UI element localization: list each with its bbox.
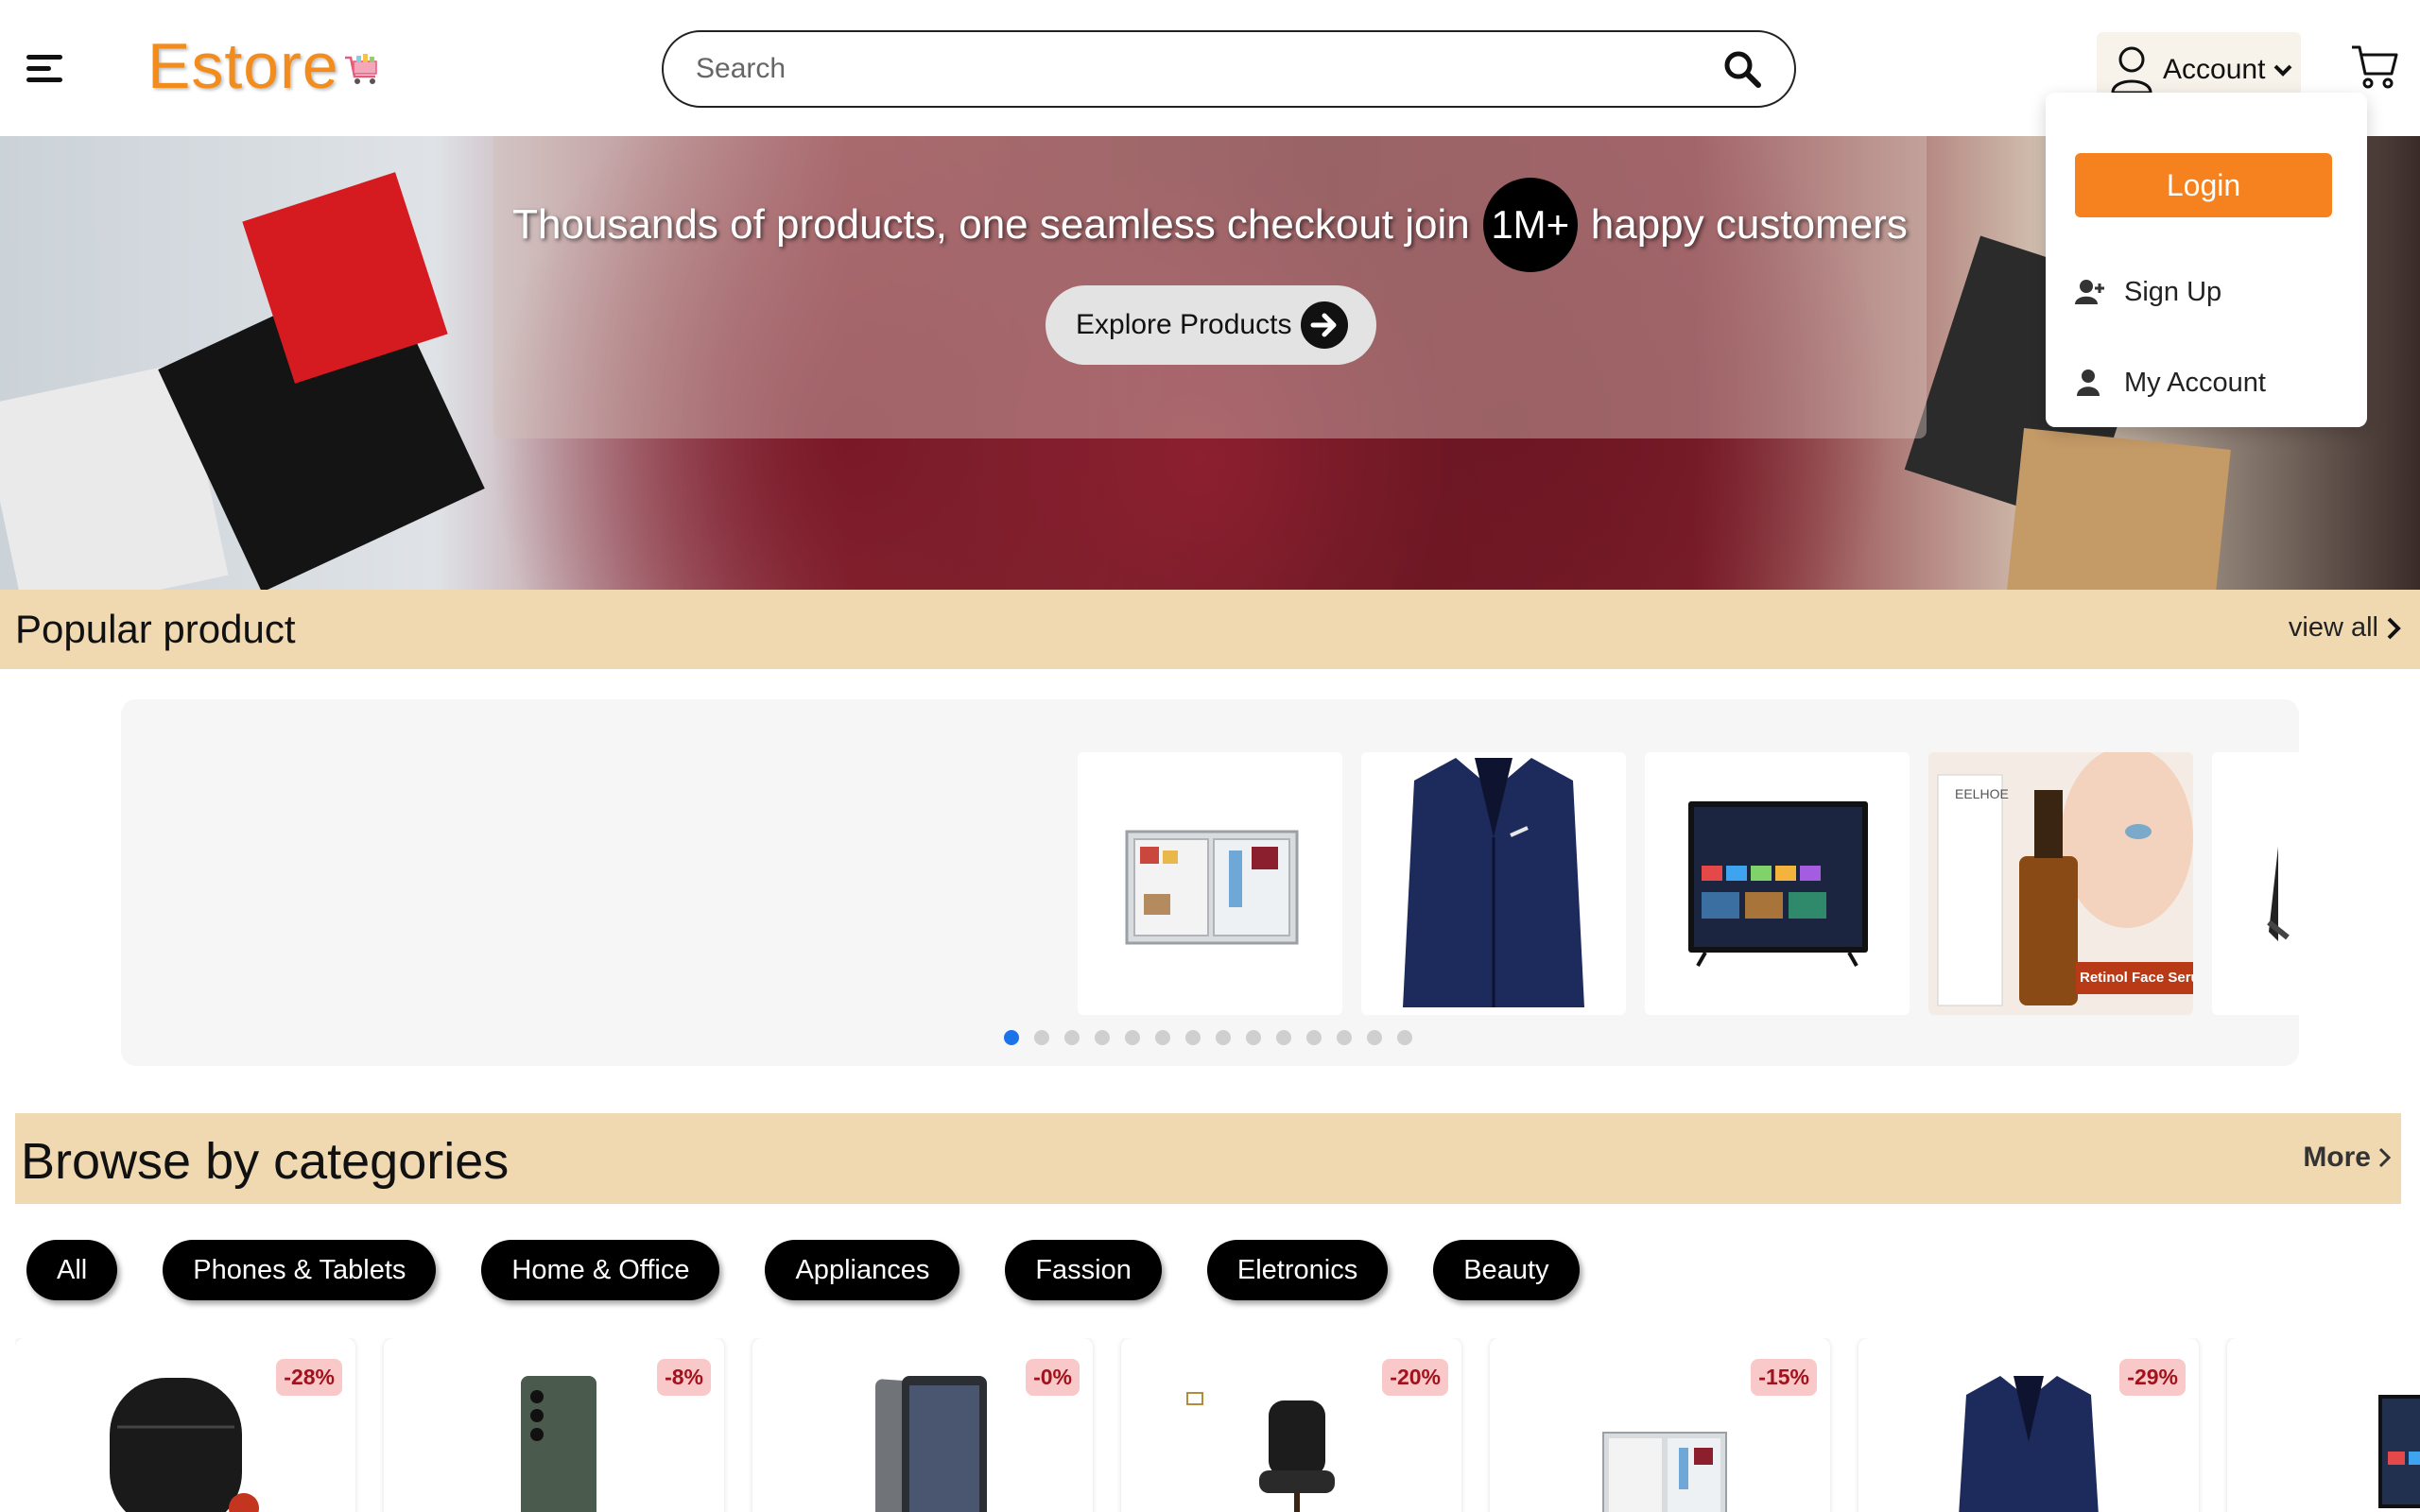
account-label: Account <box>2163 54 2266 85</box>
explore-products-button[interactable]: Explore Products <box>1046 285 1376 365</box>
explore-products-label: Explore Products <box>1076 309 1292 340</box>
sign-up-link[interactable]: Sign Up <box>2075 268 2221 316</box>
product-card[interactable]: -0% <box>752 1338 1093 1512</box>
view-all-label: view all <box>2288 612 2378 643</box>
category-pills: All Phones & Tablets Home & Office Appli… <box>26 1240 1625 1300</box>
discount-badge: -29% <box>2119 1359 2186 1396</box>
discount-badge: -28% <box>276 1359 342 1396</box>
account-dropdown: Login Sign Up My Account <box>2046 93 2367 427</box>
category-pill-home-office[interactable]: Home & Office <box>481 1240 720 1300</box>
more-label: More <box>2303 1142 2371 1173</box>
mini-fridge-icon <box>1602 1432 1727 1512</box>
product-card[interactable]: -15% <box>1490 1338 1830 1512</box>
logo-text: Estore <box>147 30 339 102</box>
earbuds-case-icon <box>110 1378 259 1512</box>
carousel-dot[interactable] <box>1306 1030 1322 1045</box>
serum-product-label: Retinol Face Serum <box>2080 970 2193 986</box>
carousel-dot[interactable] <box>1155 1030 1170 1045</box>
search-input[interactable] <box>696 53 1722 85</box>
more-categories-link[interactable]: More <box>2303 1142 2394 1174</box>
smartphone-icon <box>521 1376 596 1512</box>
cart-icon[interactable] <box>2350 43 2399 91</box>
carousel-dot[interactable] <box>1125 1030 1140 1045</box>
chevron-down-icon <box>2273 64 2292 77</box>
product-card[interactable]: -29% <box>1858 1338 2199 1512</box>
logo-cart-icon <box>344 54 377 84</box>
search-bar <box>662 30 1796 108</box>
carousel-dot[interactable] <box>1276 1030 1291 1045</box>
carousel-dot[interactable] <box>1004 1030 1019 1045</box>
hero-text-after: happy customers <box>1590 201 1908 248</box>
popular-product-title: Popular product <box>15 607 296 651</box>
carousel-dot[interactable] <box>1064 1030 1080 1045</box>
discount-badge: -8% <box>657 1359 711 1396</box>
search-icon[interactable] <box>1722 49 1762 89</box>
product-card[interactable]: -20% <box>1121 1338 1461 1512</box>
hero-shopping-bag <box>2004 428 2231 590</box>
category-pill-beauty[interactable]: Beauty <box>1433 1240 1580 1300</box>
popular-products-carousel[interactable]: EELHOE Retinol Face Serum <box>121 699 2299 1066</box>
hero-panel: Thousands of products, one seamless chec… <box>493 136 1927 438</box>
smart-tv-icon <box>2378 1395 2420 1508</box>
carousel-dot[interactable] <box>1034 1030 1049 1045</box>
carousel-item-mini-fridge[interactable] <box>1078 752 1342 1015</box>
navy-blazer-icon <box>1403 758 1584 1007</box>
popular-product-header: Popular product view all <box>0 590 2420 669</box>
category-pill-phones-tablets[interactable]: Phones & Tablets <box>163 1240 437 1300</box>
hero-text-before: Thousands of products, one seamless chec… <box>512 201 1470 248</box>
user-icon <box>2077 369 2100 396</box>
carousel-dot[interactable] <box>1185 1030 1201 1045</box>
office-chair-icon <box>1186 1392 1335 1512</box>
category-pill-eletronics[interactable]: Eletronics <box>1206 1240 1389 1300</box>
category-pill-all[interactable]: All <box>26 1240 118 1300</box>
serum-brand-label: EELHOE <box>1955 786 2009 801</box>
carousel-item-navy-blazer[interactable] <box>1361 752 1626 1015</box>
arrow-right-icon <box>1301 301 1348 349</box>
product-card[interactable] <box>2227 1338 2420 1512</box>
discount-badge: -15% <box>1751 1359 1817 1396</box>
navy-blazer-icon <box>1959 1376 2099 1512</box>
my-account-link[interactable]: My Account <box>2075 359 2266 406</box>
user-plus-icon <box>2075 280 2104 304</box>
my-account-label: My Account <box>2124 367 2266 398</box>
product-card[interactable]: -8% <box>384 1338 724 1512</box>
carousel-dot[interactable] <box>1216 1030 1231 1045</box>
mini-fridge-icon <box>1125 830 1299 945</box>
chevron-right-icon <box>2387 617 2401 639</box>
chevron-right-icon <box>2378 1147 2392 1168</box>
category-pill-appliances[interactable]: Appliances <box>765 1240 960 1300</box>
view-all-link[interactable]: view all <box>2289 612 2403 644</box>
categories-header: Browse by categories More <box>15 1113 2401 1204</box>
product-grid: -28% -8% -0% -20% -15% -29% <box>15 1338 2420 1512</box>
carousel-pagination <box>1004 1030 1427 1045</box>
hamburger-menu-icon[interactable] <box>26 55 62 83</box>
categories-title: Browse by categories <box>21 1133 510 1190</box>
carousel-dot[interactable] <box>1095 1030 1110 1045</box>
carousel-dot[interactable] <box>1367 1030 1382 1045</box>
carousel-dot[interactable] <box>1246 1030 1261 1045</box>
carousel-item-monitor[interactable] <box>2212 752 2299 1015</box>
carousel-dot[interactable] <box>1337 1030 1352 1045</box>
sign-up-label: Sign Up <box>2124 276 2222 307</box>
logo[interactable]: Estore <box>147 28 381 104</box>
discount-badge: -0% <box>1026 1359 1080 1396</box>
user-icon <box>2111 46 2152 94</box>
carousel-dot[interactable] <box>1397 1030 1412 1045</box>
tablet-icon <box>875 1376 987 1512</box>
carousel-item-smart-tv[interactable] <box>1645 752 1910 1015</box>
customer-count-badge: 1M+ <box>1482 178 1578 272</box>
category-pill-fassion[interactable]: Fassion <box>1005 1240 1162 1300</box>
hero-headline: Thousands of products, one seamless chec… <box>493 178 1927 272</box>
carousel-item-retinol-serum[interactable]: EELHOE Retinol Face Serum <box>1928 752 2193 1015</box>
login-button[interactable]: Login <box>2075 153 2332 217</box>
smart-tv-icon <box>1688 801 1868 967</box>
monitor-icon <box>2267 847 2290 941</box>
product-card[interactable]: -28% <box>15 1338 355 1512</box>
discount-badge: -20% <box>1382 1359 1448 1396</box>
